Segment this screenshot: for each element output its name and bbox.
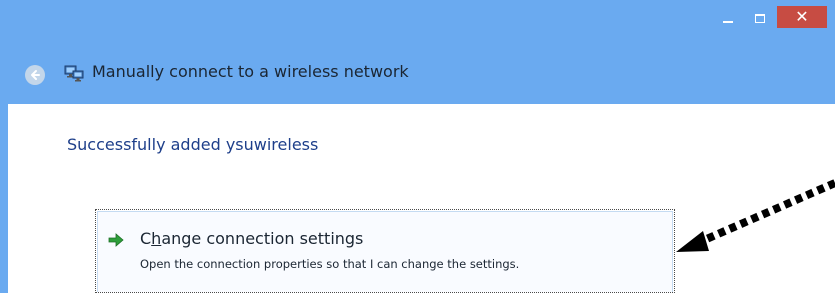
content-panel: Successfully added ysuwireless Change co… — [8, 104, 835, 293]
maximize-button[interactable] — [744, 6, 776, 30]
navigation-bar: Manually connect to a wireless network — [0, 46, 835, 104]
maximize-icon — [755, 13, 765, 23]
back-arrow-icon — [31, 70, 40, 80]
command-title-access-key: h — [151, 229, 162, 248]
window-title: Manually connect to a wireless network — [92, 62, 409, 81]
network-icon — [64, 65, 84, 82]
command-link-title: Change connection settings — [140, 229, 363, 248]
command-title-part-2: ange connection settings — [161, 229, 364, 248]
command-link-description: Open the connection properties so that I… — [140, 257, 520, 271]
title-bar: ✕ — [0, 0, 835, 46]
command-link-highlight: Change connection settings Open the conn… — [97, 211, 673, 292]
change-connection-settings-link[interactable]: Change connection settings Open the conn… — [95, 209, 675, 293]
close-button[interactable]: ✕ — [777, 6, 827, 28]
minimize-icon — [723, 21, 733, 23]
minimize-button[interactable] — [712, 6, 744, 30]
close-icon: ✕ — [795, 7, 809, 26]
success-heading: Successfully added ysuwireless — [67, 135, 319, 154]
green-arrow-icon — [108, 233, 124, 247]
back-button[interactable] — [25, 65, 45, 85]
wizard-window: ✕ Manually connect to a wireless network… — [0, 0, 835, 293]
command-title-part-1: C — [140, 229, 152, 248]
